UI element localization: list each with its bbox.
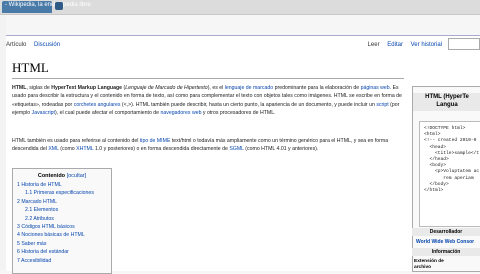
link-paginas-web[interactable]: páginas web [361,85,390,91]
toc-item[interactable]: 2.1 Elementos [13,206,111,214]
toc-item[interactable]: 4 Nociones básicas de HTML [13,231,111,239]
close-tab-icon[interactable] [55,2,63,10]
infobox-section-developer: Desarrollador [412,228,480,236]
intro-paragraph: HTML, siglas de HyperText Markup Languag… [12,85,402,117]
link-script[interactable]: script [376,102,388,108]
link-javascript[interactable]: Javascript [32,110,55,116]
infobox-extension-label: Extensión de archivo [414,259,444,270]
toc-list: 1 Historia de HTML 1.1 Primeras especifi… [13,181,111,265]
toc-item[interactable]: 7 Accesibilidad [13,257,111,265]
tab-read[interactable]: Leer [368,42,380,48]
namespace-tabs: Artículo Discusión [6,42,66,48]
search-input[interactable] [448,38,480,50]
toc-item[interactable]: 1.1 Primeras especificaciones [13,189,111,197]
link-lenguaje-de-marcado[interactable]: lenguaje de marcado [225,85,273,91]
link-sgml[interactable]: SGML [229,146,244,152]
toc-heading: Contenido [ocultar] [37,173,87,179]
view-tabs: Leer Editar Ver historial [362,42,442,48]
term-translation: Lenguaje de Marcado de Hipertexto [125,85,208,91]
link-corchetes-angulares[interactable]: corchetes angulares [74,102,121,108]
toc-item[interactable]: 6 Historia del estándar [13,248,111,256]
table-of-contents: Contenido [ocultar] 1 Historia de HTML 1… [12,168,112,274]
toc-item[interactable]: 2 Marcado HTML [13,198,111,206]
toc-item[interactable]: 2.2 Atributos [13,215,111,223]
infobox-section-info: Información [412,248,480,256]
link-xhtml[interactable]: XHTML [76,146,93,152]
browser-tab-bar: - Wikipedia, la enciclopedia libre [0,0,480,15]
infobox-developer-link[interactable]: World Wide Web Consor [416,239,474,245]
term-expansion: HyperText Markup Language [51,85,123,91]
tab-history[interactable]: Ver historial [411,42,442,48]
tab-discussion[interactable]: Discusión [34,42,60,48]
browser-tab[interactable]: - Wikipedia, la enciclopedia libre [2,1,91,13]
term-html: HTML [12,85,27,91]
second-paragraph: HTML también es usado para referirse al … [12,138,389,153]
tab-edit[interactable]: Editar [387,42,403,48]
link-xml[interactable]: XML [48,146,58,152]
infobox-title: HTML (HyperTe Langua [413,93,480,111]
title-divider [12,78,404,79]
browser-tab-title: - Wikipedia, la enciclopedia libre [5,2,91,8]
page-title: HTML [12,60,49,75]
toc-hide-link[interactable]: [ocultar] [67,173,87,179]
tab-article[interactable]: Artículo [6,42,26,48]
link-tipo-mime[interactable]: tipo de MIME [140,138,171,144]
toc-item[interactable]: 3 Códigos HTML básicos [13,223,111,231]
toc-item[interactable]: 5 Saber más [13,240,111,248]
infobox-code-sample: <!DOCTYPE html> <html> <!-- created 2010… [419,121,480,227]
link-navegadores-web[interactable]: navegadores web [161,110,202,116]
toc-item[interactable]: 1 Historia de HTML [13,181,111,189]
